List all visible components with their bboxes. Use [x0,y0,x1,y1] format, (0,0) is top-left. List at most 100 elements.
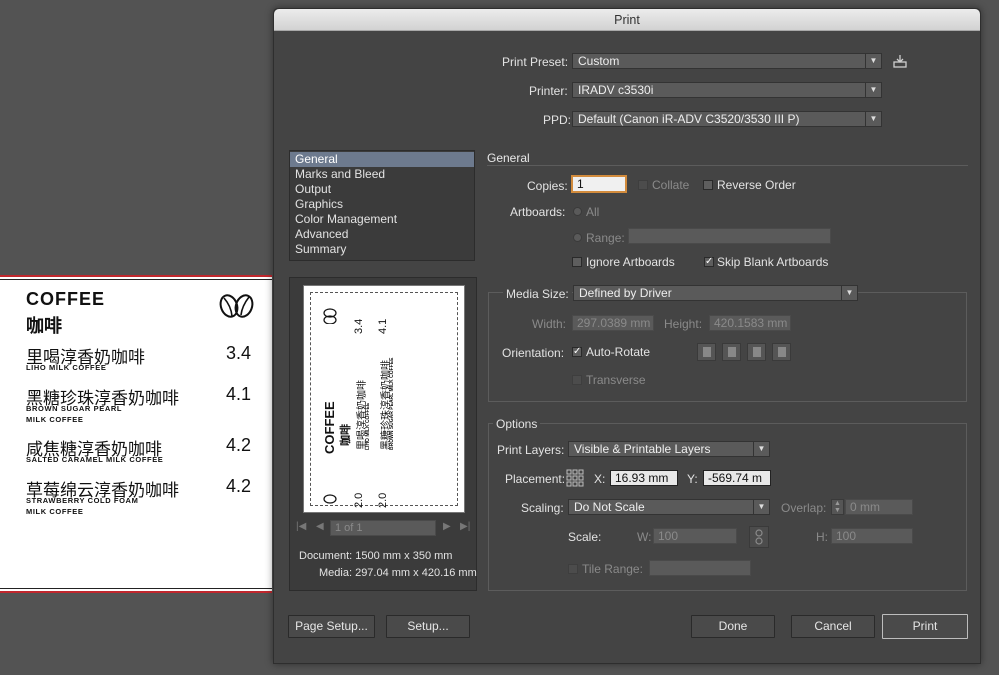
artboards-range-label: Range: [586,231,625,245]
scaling-value: Do Not Scale [574,500,645,514]
copies-field[interactable]: 1 [571,175,627,193]
print-layers-select[interactable]: Visible & Printable Layers ▼ [568,441,770,457]
skip-blank-artboards-label: Skip Blank Artboards [717,255,829,269]
chevron-down-icon: ▼ [753,442,769,456]
category-marks-and-bleed[interactable]: Marks and Bleed [290,167,474,182]
portrait-orientation-button[interactable] [697,343,716,361]
chevron-down-icon: ▼ [865,112,881,126]
tile-range-label: Tile Range: [582,562,643,576]
constrain-proportions-button[interactable] [749,526,769,548]
height-field[interactable]: 420.1583 mm [709,315,791,331]
landscape-orientation-button[interactable] [722,343,741,361]
copies-label: Copies: [527,179,568,193]
preview-title-en: COFFEE [322,401,337,454]
artboards-range-field[interactable] [628,228,831,244]
chevron-down-icon: ▼ [865,83,881,97]
transverse-label: Transverse [586,373,646,387]
skip-blank-artboards-checkbox[interactable]: ✓ [704,257,714,267]
overlap-field[interactable]: 0 mm [845,499,913,515]
scale-width-field[interactable]: 100 [653,528,737,544]
menu-bottom-red-rule [0,591,272,593]
reverse-order-checkbox[interactable] [703,180,713,190]
media-size-select[interactable]: Defined by Driver ▼ [573,285,858,301]
landscape-flipped-orientation-button[interactable] [772,343,791,361]
scaling-select[interactable]: Do Not Scale ▼ [568,499,770,515]
width-field[interactable]: 297.0389 mm [572,315,654,331]
category-general[interactable]: General [290,152,474,167]
scale-height-field[interactable]: 100 [831,528,913,544]
print-preset-select[interactable]: Custom ▼ [572,53,882,69]
menu-item-sub: STRAWBERRY COLD FOAM MILK COFFEE [26,496,139,516]
menu-title-en: COFFEE [26,289,106,309]
category-graphics[interactable]: Graphics [290,197,474,212]
menu-top-black-rule [0,279,272,280]
preview-price: 3.4 [353,318,365,334]
placement-y-field[interactable]: -569.74 m [703,470,771,486]
overlap-label: Overlap: [781,501,827,515]
media-size-label: Media Size: [503,287,572,301]
dialog-title: Print [274,9,980,31]
orientation-label: Orientation: [502,346,565,360]
previous-page-icon[interactable]: ◀ [316,521,324,532]
print-button[interactable]: Print [882,614,968,639]
tile-range-checkbox[interactable] [568,564,578,574]
options-header: Options [493,417,541,431]
preview-price: 2.0 [377,492,389,508]
first-page-icon[interactable]: |◀ [296,521,306,532]
menu-item-sub: SALTED CARAMEL MILK COFFEE [26,455,164,464]
preview-title-zh: 咖啡 [340,424,352,446]
transverse-checkbox[interactable] [572,375,582,385]
preview-page[interactable]: COFFEE 咖啡 3.4 4.1 里喝淳香奶咖啡 LIHO MILK COFF… [304,286,464,512]
page-setup-button[interactable]: Page Setup... [288,615,375,638]
overlap-stepper[interactable]: ▲ ▼ [831,499,844,515]
print-preview-panel: COFFEE 咖啡 3.4 4.1 里喝淳香奶咖啡 LIHO MILK COFF… [289,277,477,591]
print-layers-value: Visible & Printable Layers [574,442,711,456]
link-icon [755,529,763,545]
category-summary[interactable]: Summary [290,242,474,257]
preview-item-sub: BROWN SUGAR PEARL MILK COFFEE [389,357,395,450]
collate-checkbox[interactable] [638,180,648,190]
document-size-info: Document: 1500 mm x 350 mm [299,550,453,562]
tile-range-field[interactable] [649,560,751,576]
category-output[interactable]: Output [290,182,474,197]
printer-value: IRADV c3530i [578,83,654,97]
coffee-beans-icon [219,294,254,318]
collate-label: Collate [652,178,690,192]
page-navigation: |◀ ◀ 1 of 1 ▶ ▶| [290,520,476,536]
print-preset-label: Print Preset: [502,55,569,69]
ppd-select[interactable]: Default (Canon iR-ADV C3520/3530 III P) … [572,111,882,127]
general-divider [487,165,968,166]
save-preset-icon[interactable] [893,54,907,68]
next-page-icon[interactable]: ▶ [443,521,451,532]
last-page-icon[interactable]: ▶| [460,521,470,532]
ignore-artboards-checkbox[interactable] [572,257,582,267]
artboards-label: Artboards: [510,205,566,219]
menu-title-zh: 咖啡 [26,316,62,336]
printer-select[interactable]: IRADV c3530i ▼ [572,82,882,98]
menu-item-price: 4.2 [226,435,252,455]
done-button[interactable]: Done [691,615,775,638]
width-label: Width: [532,317,567,331]
category-color-management[interactable]: Color Management [290,212,474,227]
ppd-label: PPD: [543,113,572,127]
setup-button[interactable]: Setup... [386,615,470,638]
scale-label: Scale: [568,530,602,544]
media-size-info: Media: 297.04 mm x 420.16 mm [319,567,477,579]
category-advanced[interactable]: Advanced [290,227,474,242]
preview-coffee-beans-icon [323,494,337,504]
preview-price: 4.1 [377,318,389,334]
y-label: Y: [687,472,698,486]
placement-x-field[interactable]: 16.93 mm [610,470,678,486]
placement-grid-icon[interactable] [566,469,584,487]
scaling-label: Scaling: [521,501,564,515]
portrait-flipped-orientation-button[interactable] [747,343,766,361]
artboards-range-radio[interactable] [573,233,582,242]
menu-artwork: COFFEE 咖啡 里喝淳香奶咖啡 LIHO MILK COFFEE 3.4 黑… [0,275,272,593]
auto-rotate-checkbox[interactable]: ✓ [572,347,582,357]
chevron-down-icon: ▼ [841,286,857,300]
page-number-field[interactable]: 1 of 1 [330,520,436,536]
cancel-button[interactable]: Cancel [791,615,875,638]
media-size-value: Defined by Driver [579,286,672,300]
menu-item-price: 4.1 [226,384,252,404]
artboards-all-radio[interactable] [573,207,582,216]
